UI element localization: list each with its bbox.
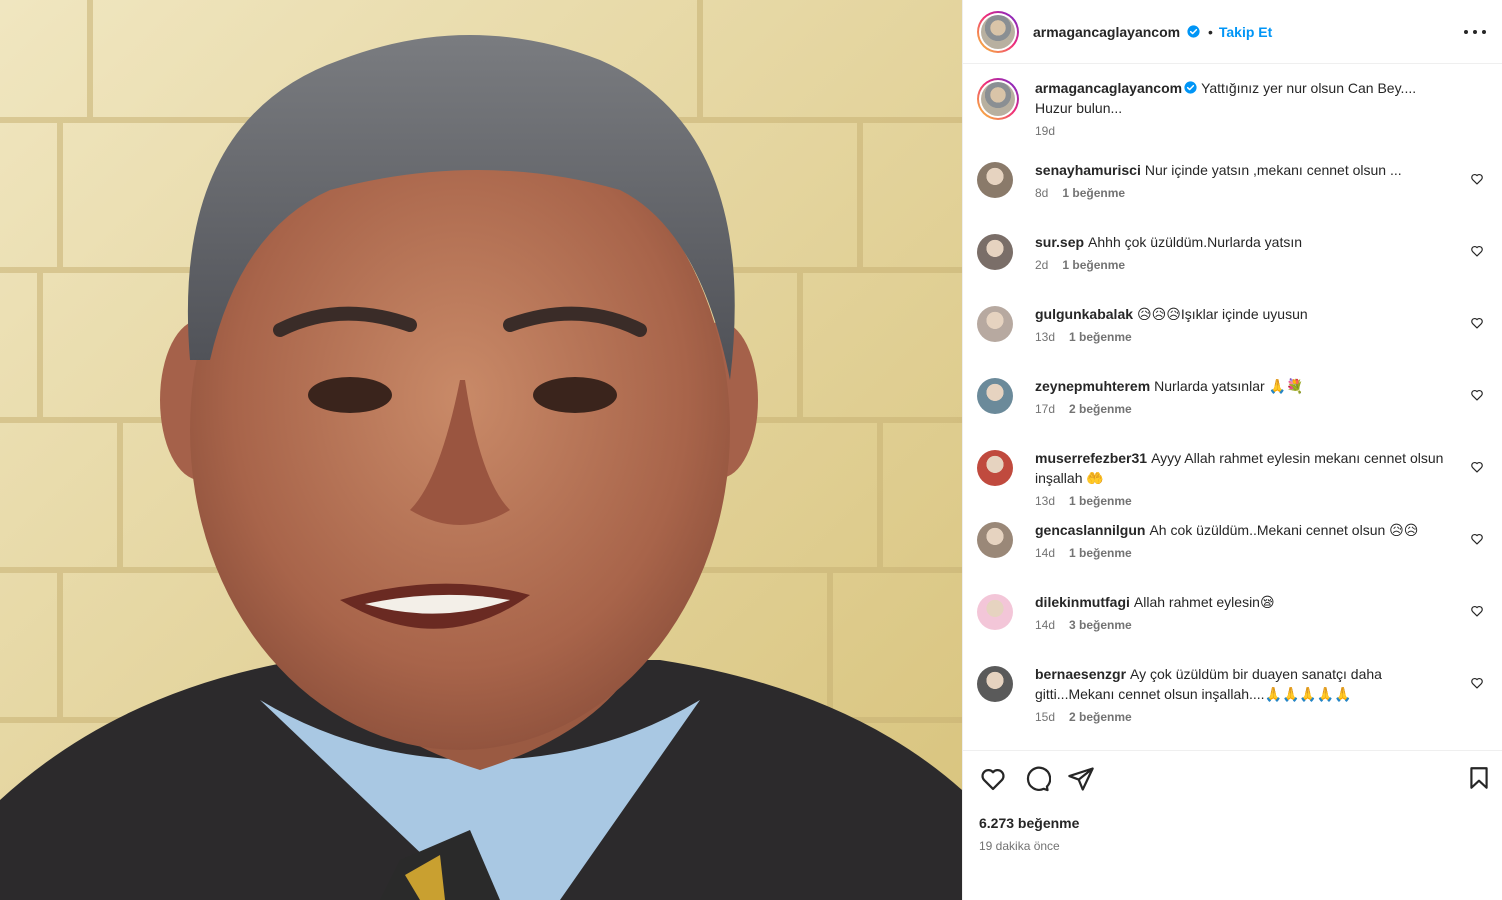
comment-likes[interactable]: 2 beğenme <box>1069 402 1132 416</box>
commenter-avatar[interactable] <box>977 450 1013 486</box>
like-comment-heart-icon[interactable] <box>1470 676 1484 690</box>
caption-username[interactable]: armagancaglayancom <box>1035 80 1182 96</box>
author-avatar[interactable] <box>977 10 1019 53</box>
commenter-avatar[interactable] <box>977 306 1013 342</box>
comment-item: gulgunkabalak 😥😥😥Işıklar içinde uyusun 13… <box>977 304 1486 376</box>
comment-item: senayhamurisci Nur içinde yatsın ,mekanı … <box>977 160 1486 232</box>
commenter-username[interactable]: gulgunkabalak <box>1035 306 1133 322</box>
share-icon[interactable] <box>1067 765 1095 793</box>
comment-likes[interactable]: 1 beğenme <box>1069 330 1132 344</box>
commenter-avatar[interactable] <box>977 162 1013 198</box>
comment-likes[interactable]: 1 beğenme <box>1062 258 1125 272</box>
commenter-avatar[interactable] <box>977 666 1013 702</box>
post-timestamp[interactable]: 19 dakika önce <box>979 839 1486 853</box>
comment-likes[interactable]: 1 beğenme <box>1069 494 1132 508</box>
comment-item: bernaesenzgr Ay çok üzüldüm bir duayen sa… <box>977 664 1486 736</box>
like-comment-heart-icon[interactable] <box>1470 532 1484 546</box>
comment-icon[interactable] <box>1023 765 1051 793</box>
comment-item: zeynepmuhterem Nurlarda yatsınlar 🙏💐 17d … <box>977 376 1486 448</box>
commenter-username[interactable]: zeynepmuhterem <box>1035 378 1150 394</box>
comments-list[interactable]: armagancaglayancom Yattığınız yer nur ols… <box>963 64 1502 750</box>
comment-text: 😥😥😥Işıklar içinde uyusun <box>1137 306 1308 322</box>
comment-text: Ah cok üzüldüm..Mekani cennet olsun 😥😥 <box>1149 522 1419 538</box>
commenter-username[interactable]: senayhamurisci <box>1035 162 1141 178</box>
commenter-username[interactable]: dilekinmutfagi <box>1035 594 1130 610</box>
like-comment-heart-icon[interactable] <box>1470 604 1484 618</box>
comment-time[interactable]: 14d <box>1035 546 1055 560</box>
total-likes[interactable]: 6.273 beğenme <box>979 815 1486 831</box>
post-details-panel: armagancaglayancom • Takip Et armagancag… <box>962 0 1502 900</box>
post-header: armagancaglayancom • Takip Et <box>963 0 1502 64</box>
comment-likes[interactable]: 3 beğenme <box>1069 618 1132 632</box>
comment-item: gencaslannilgun Ah cok üzüldüm..Mekani ce… <box>977 520 1486 592</box>
more-options-icon[interactable] <box>1464 22 1486 42</box>
comment-text: Allah rahmet eylesin😪 <box>1133 594 1275 610</box>
comment-likes[interactable]: 1 beğenme <box>1062 186 1125 200</box>
comment-time[interactable]: 2d <box>1035 258 1048 272</box>
comment-likes[interactable]: 2 beğenme <box>1069 710 1132 724</box>
save-icon[interactable] <box>1466 765 1492 791</box>
like-comment-heart-icon[interactable] <box>1470 460 1484 474</box>
commenter-username[interactable]: muserrefezber31 <box>1035 450 1147 466</box>
comment-likes[interactable]: 1 beğenme <box>1069 546 1132 560</box>
commenter-username[interactable]: sur.sep <box>1035 234 1084 250</box>
comment-time[interactable]: 13d <box>1035 494 1055 508</box>
commenter-username[interactable]: bernaesenzgr <box>1035 666 1126 682</box>
commenter-avatar[interactable] <box>977 594 1013 630</box>
post-image <box>0 0 962 900</box>
author-username[interactable]: armagancaglayancom <box>1033 24 1200 40</box>
commenter-avatar[interactable] <box>977 378 1013 414</box>
comment-time[interactable]: 17d <box>1035 402 1055 416</box>
comment-item: sur.sep Ahhh çok üzüldüm.Nurlarda yatsın … <box>977 232 1486 304</box>
separator-dot: • <box>1207 23 1213 40</box>
portrait-photo <box>0 0 962 900</box>
comment-time[interactable]: 13d <box>1035 330 1055 344</box>
caption-avatar[interactable] <box>977 78 1019 120</box>
verified-icon <box>1184 81 1197 94</box>
heart-icon[interactable] <box>979 765 1007 793</box>
commenter-avatar[interactable] <box>977 522 1013 558</box>
comment-time[interactable]: 15d <box>1035 710 1055 724</box>
verified-icon <box>1187 24 1200 38</box>
comment-item: dilekinmutfagi Allah rahmet eylesin😪 14d … <box>977 592 1486 664</box>
post-actions: 6.273 beğenme 19 dakika önce <box>963 750 1502 900</box>
like-comment-heart-icon[interactable] <box>1470 316 1484 330</box>
like-comment-heart-icon[interactable] <box>1470 244 1484 258</box>
author-username-text[interactable]: armagancaglayancom <box>1033 24 1180 40</box>
like-comment-heart-icon[interactable] <box>1470 388 1484 402</box>
commenter-username[interactable]: gencaslannilgun <box>1035 522 1145 538</box>
comment-text: Nurlarda yatsınlar 🙏💐 <box>1154 378 1304 394</box>
caption-time[interactable]: 19d <box>1035 124 1055 138</box>
like-comment-heart-icon[interactable] <box>1470 172 1484 186</box>
commenter-avatar[interactable] <box>977 234 1013 270</box>
post-caption: armagancaglayancom Yattığınız yer nur ols… <box>977 78 1486 138</box>
comment-text: Nur içinde yatsın ,mekanı cennet olsun .… <box>1144 162 1402 178</box>
comment-text: Ahhh çok üzüldüm.Nurlarda yatsın <box>1088 234 1303 250</box>
comment-time[interactable]: 8d <box>1035 186 1048 200</box>
comment-time[interactable]: 14d <box>1035 618 1055 632</box>
comment-item: muserrefezber31 Ayyy Allah rahmet eylesin… <box>977 448 1486 520</box>
follow-button[interactable]: Takip Et <box>1219 24 1272 40</box>
